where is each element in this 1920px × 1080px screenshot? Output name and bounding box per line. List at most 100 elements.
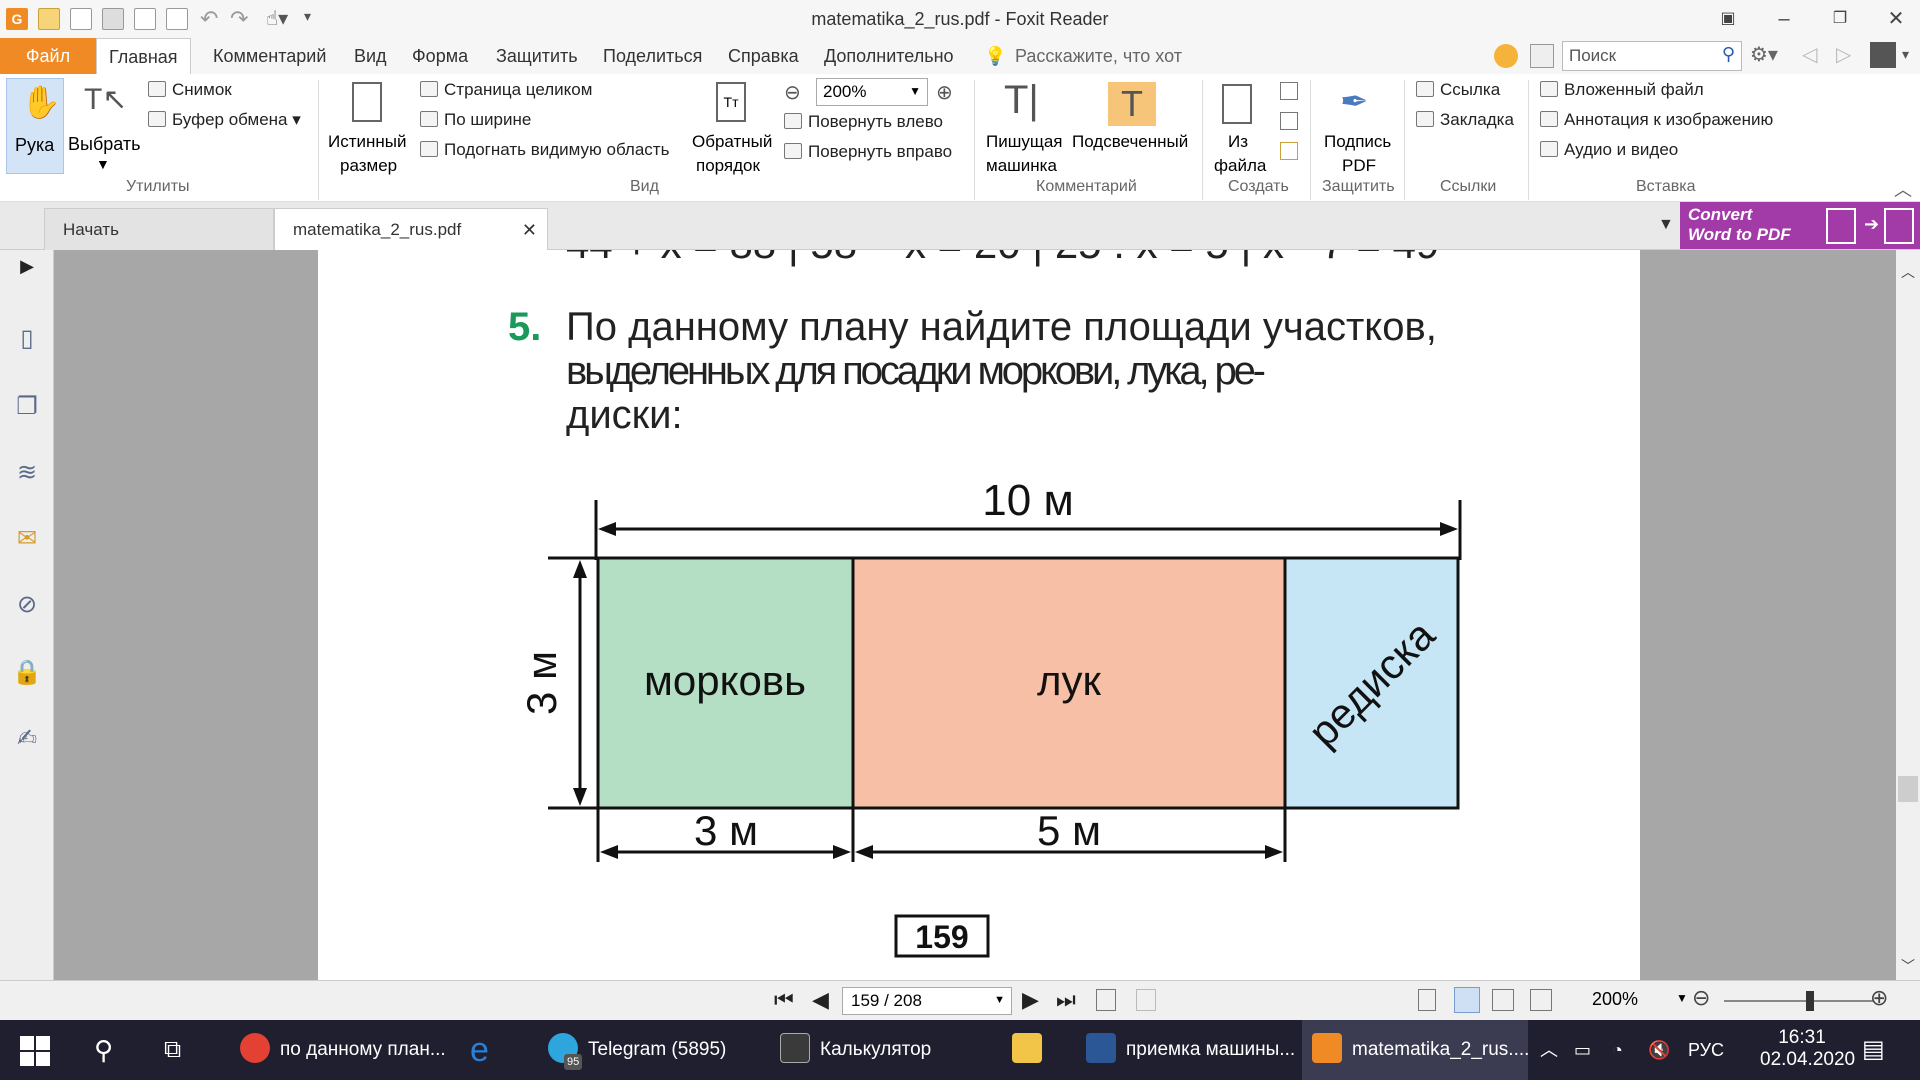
battery-icon[interactable]: ▭ bbox=[1574, 1020, 1591, 1080]
zoom-out-status-icon[interactable]: ⊖ bbox=[1692, 985, 1710, 1011]
convert-word-banner[interactable]: Convert Word to PDF ➔ bbox=[1680, 202, 1920, 249]
audio-video-button[interactable]: Аудио и видео bbox=[1540, 140, 1678, 160]
zoom-slider-thumb[interactable] bbox=[1806, 991, 1814, 1011]
rotate-left-button[interactable]: Повернуть влево bbox=[784, 112, 943, 132]
minimize-button[interactable]: – bbox=[1764, 4, 1804, 34]
zoom-in-status-icon[interactable]: ⊕ bbox=[1870, 985, 1888, 1011]
fit-page-status-icon[interactable] bbox=[1096, 989, 1116, 1011]
volume-muted-icon[interactable]: 🔇 bbox=[1648, 1020, 1670, 1080]
prev-page-icon[interactable]: ◀ bbox=[812, 987, 829, 1013]
close-window-button[interactable]: ✕ bbox=[1876, 4, 1916, 34]
sign-pdf-button[interactable]: ✒ Подпись PDF bbox=[1318, 78, 1398, 175]
select-tool-button[interactable]: T↖ Выбрать ▼ bbox=[66, 78, 142, 174]
tell-me-input[interactable]: Расскажите, что хот bbox=[1015, 38, 1182, 74]
hand-tool-button[interactable]: ✋ Рука bbox=[6, 78, 64, 174]
zoom-out-icon[interactable]: ⊖ bbox=[784, 80, 801, 105]
facing-page-icon[interactable] bbox=[1492, 989, 1514, 1011]
layers-icon[interactable]: ≋ bbox=[12, 458, 42, 488]
clipboard-button[interactable]: Буфер обмена ▾ bbox=[148, 110, 301, 130]
search-input[interactable]: Поиск bbox=[1569, 46, 1616, 66]
scroll-up-icon[interactable]: ︿ bbox=[1901, 262, 1915, 282]
tab-start[interactable]: Начать bbox=[44, 208, 274, 250]
back-icon[interactable]: ◁ bbox=[1802, 42, 1817, 67]
notifications-icon[interactable]: ▤ bbox=[1862, 1020, 1885, 1080]
signature-icon[interactable]: ✍ bbox=[12, 724, 42, 754]
forward-icon[interactable]: ▷ bbox=[1836, 42, 1851, 67]
taskbar-word[interactable]: приемка машины... bbox=[1078, 1020, 1295, 1080]
wifi-icon[interactable]: ◔ bbox=[1612, 1020, 1623, 1080]
typewriter-button[interactable]: T| Пишущая машинка bbox=[982, 78, 1066, 175]
tab-document[interactable]: matematika_2_rus.pdf ✕ bbox=[274, 208, 548, 250]
next-page-icon[interactable]: ▶ bbox=[1022, 987, 1039, 1013]
account-dropdown-icon[interactable]: ▾ bbox=[1902, 46, 1909, 63]
continuous-facing-icon[interactable] bbox=[1530, 989, 1552, 1011]
single-page-icon[interactable] bbox=[1418, 989, 1436, 1011]
menu-home[interactable]: Главная bbox=[96, 38, 191, 74]
restore-button[interactable]: ❐ bbox=[1820, 4, 1860, 34]
menu-file[interactable]: Файл bbox=[0, 38, 96, 74]
taskbar-calculator[interactable]: Калькулятор bbox=[772, 1020, 988, 1080]
attachment-button[interactable]: Вложенный файл bbox=[1540, 80, 1704, 100]
bookmarks-icon[interactable]: ▯ bbox=[12, 324, 42, 354]
menu-help[interactable]: Справка bbox=[728, 38, 799, 74]
menu-form[interactable]: Форма bbox=[412, 38, 468, 74]
search-box[interactable]: Поиск ⚲ bbox=[1562, 41, 1742, 71]
heart-icon[interactable] bbox=[1494, 44, 1518, 68]
fit-page-button[interactable]: Страница целиком bbox=[420, 80, 592, 100]
menu-view[interactable]: Вид bbox=[354, 38, 387, 74]
menu-share[interactable]: Поделиться bbox=[603, 38, 702, 74]
menu-comment[interactable]: Комментарий bbox=[213, 38, 326, 74]
pages-icon[interactable]: ❐ bbox=[12, 392, 42, 422]
reverse-order-button[interactable]: Tт Обратный порядок bbox=[688, 78, 776, 175]
scroll-down-icon[interactable]: ﹀ bbox=[1901, 956, 1915, 976]
zoom-in-icon[interactable]: ⊕ bbox=[936, 80, 953, 105]
taskbar-telegram[interactable]: Telegram (5895) 95 bbox=[540, 1020, 756, 1080]
reflow-status-icon[interactable] bbox=[1136, 989, 1156, 1011]
link-button[interactable]: Ссылка bbox=[1416, 80, 1500, 100]
comments-icon[interactable]: ✉ bbox=[12, 524, 42, 554]
fit-width-button[interactable]: По ширине bbox=[420, 110, 531, 130]
from-file-button[interactable]: Из файла bbox=[1208, 78, 1268, 175]
rotate-right-button[interactable]: Повернуть вправо bbox=[784, 142, 952, 162]
actual-size-button[interactable]: Истинный размер bbox=[326, 78, 412, 175]
tabs-dropdown-icon[interactable]: ▼ bbox=[1658, 216, 1674, 234]
close-tab-icon[interactable]: ✕ bbox=[522, 209, 537, 251]
highlight-button[interactable]: T Подсвеченный bbox=[1070, 78, 1192, 174]
edge-icon[interactable]: e bbox=[470, 1020, 489, 1080]
find-icon[interactable] bbox=[1530, 44, 1554, 68]
bookmark-button[interactable]: Закладка bbox=[1416, 110, 1514, 130]
clock[interactable]: 16:31 02.04.2020 bbox=[1760, 1020, 1855, 1080]
windows-start-icon[interactable] bbox=[20, 1036, 50, 1066]
taskbar-chrome[interactable]: по данному план... bbox=[232, 1020, 448, 1080]
search-icon[interactable]: ⚲ bbox=[1722, 44, 1735, 65]
scroll-thumb[interactable] bbox=[1898, 776, 1918, 802]
menu-protect[interactable]: Защитить bbox=[496, 38, 578, 74]
zoom-slider[interactable] bbox=[1724, 1000, 1874, 1002]
zoom-dropdown-icon[interactable]: ▼ bbox=[1676, 991, 1688, 1005]
taskbar-foxit[interactable]: matematika_2_rus.... bbox=[1302, 1020, 1529, 1080]
fit-visible-button[interactable]: Подогнать видимую область bbox=[420, 140, 669, 160]
snapshot-button[interactable]: Снимок bbox=[148, 80, 232, 100]
security-lock-icon[interactable]: 🔒 bbox=[12, 658, 42, 688]
last-page-icon[interactable]: ⏭ bbox=[1056, 987, 1076, 1013]
ribbon-display-icon[interactable]: ▣ bbox=[1708, 4, 1748, 34]
user-account-icon[interactable] bbox=[1870, 42, 1896, 68]
create-small-icon-1[interactable] bbox=[1280, 82, 1298, 100]
page-number-field[interactable]: 159 / 208 ▼ bbox=[842, 987, 1012, 1015]
search-taskbar-icon[interactable]: ⚲ bbox=[94, 1020, 113, 1080]
vertical-scrollbar[interactable]: ︿ ﹀ bbox=[1896, 250, 1920, 980]
collapse-ribbon-icon[interactable]: ︿ bbox=[1894, 176, 1912, 202]
image-annotation-button[interactable]: Аннотация к изображению bbox=[1540, 110, 1773, 130]
attachments-icon[interactable]: ⊘ bbox=[12, 590, 42, 620]
expand-panel-icon[interactable]: ▶ bbox=[12, 256, 42, 286]
file-explorer-icon[interactable] bbox=[1012, 1020, 1052, 1080]
input-language[interactable]: РУС bbox=[1688, 1020, 1724, 1080]
zoom-select[interactable]: 200% ▼ bbox=[816, 78, 928, 106]
task-view-icon[interactable]: ⧉ bbox=[164, 1020, 181, 1080]
create-small-icon-2[interactable] bbox=[1280, 112, 1298, 130]
status-zoom-value[interactable]: 200% bbox=[1592, 989, 1638, 1010]
settings-gear-icon[interactable]: ⚙▾ bbox=[1750, 42, 1778, 67]
tray-chevron-icon[interactable]: ︿ bbox=[1540, 1020, 1558, 1080]
first-page-icon[interactable]: ⏮ bbox=[774, 987, 794, 1013]
continuous-page-icon[interactable] bbox=[1454, 987, 1480, 1013]
